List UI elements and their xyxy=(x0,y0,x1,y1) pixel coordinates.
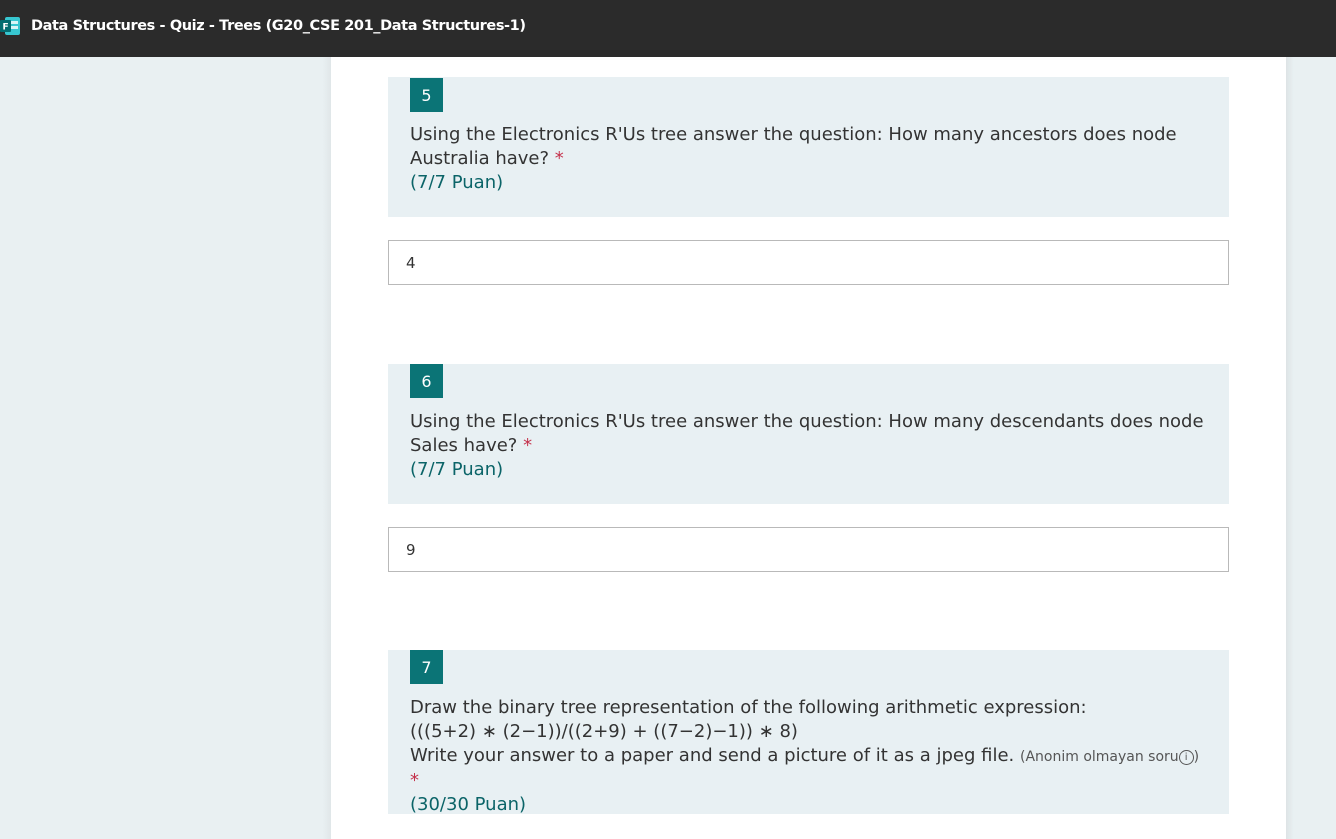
question-number-badge: 5 xyxy=(410,78,443,112)
question-points: (30/30 Puan) xyxy=(410,794,527,815)
question-text: Draw the binary tree representation of t… xyxy=(410,696,1210,817)
question-6-header: 6 Using the Electronics R'Us tree answer… xyxy=(388,364,1229,504)
anonymity-note-close: ) xyxy=(1193,749,1200,765)
window-title: Data Structures - Quiz - Trees (G20_CSE … xyxy=(31,18,526,34)
question-5-header: 5 Using the Electronics R'Us tree answer… xyxy=(388,77,1229,217)
question-prompt-line-1: Draw the binary tree representation of t… xyxy=(410,697,1087,718)
question-6-answer-input[interactable] xyxy=(388,527,1229,572)
required-mark: * xyxy=(410,770,419,791)
question-text: Using the Electronics R'Us tree answer t… xyxy=(410,123,1210,195)
required-mark: * xyxy=(554,148,564,169)
question-points: (7/7 Puan) xyxy=(410,172,504,193)
question-points: (7/7 Puan) xyxy=(410,459,504,480)
question-number-badge: 6 xyxy=(410,364,443,398)
required-mark: * xyxy=(523,435,533,456)
question-5-answer-input[interactable] xyxy=(388,240,1229,285)
page-shadow-right xyxy=(1286,57,1294,839)
anonymity-note: (Anonim olmayan soru i) xyxy=(1020,749,1199,765)
title-bar: F Data Structures - Quiz - Trees (G20_CS… xyxy=(0,0,1336,57)
question-text: Using the Electronics R'Us tree answer t… xyxy=(410,410,1210,482)
question-prompt-line-3: Write your answer to a paper and send a … xyxy=(410,745,1015,766)
page-shadow-left xyxy=(322,57,331,839)
question-number-badge: 7 xyxy=(410,650,443,684)
forms-app-icon: F xyxy=(0,17,20,35)
info-icon[interactable]: i xyxy=(1178,749,1194,765)
svg-text:F: F xyxy=(3,23,9,33)
question-7-header: 7 Draw the binary tree representation of… xyxy=(388,650,1229,817)
anonymity-note-text: (Anonim olmayan soru xyxy=(1019,749,1179,765)
question-prompt: Using the Electronics R'Us tree answer t… xyxy=(410,124,1177,169)
arithmetic-expression: (((5+2) ∗ (2−1))/((2+9) + ((7−2)−1)) ∗ 8… xyxy=(410,721,798,742)
